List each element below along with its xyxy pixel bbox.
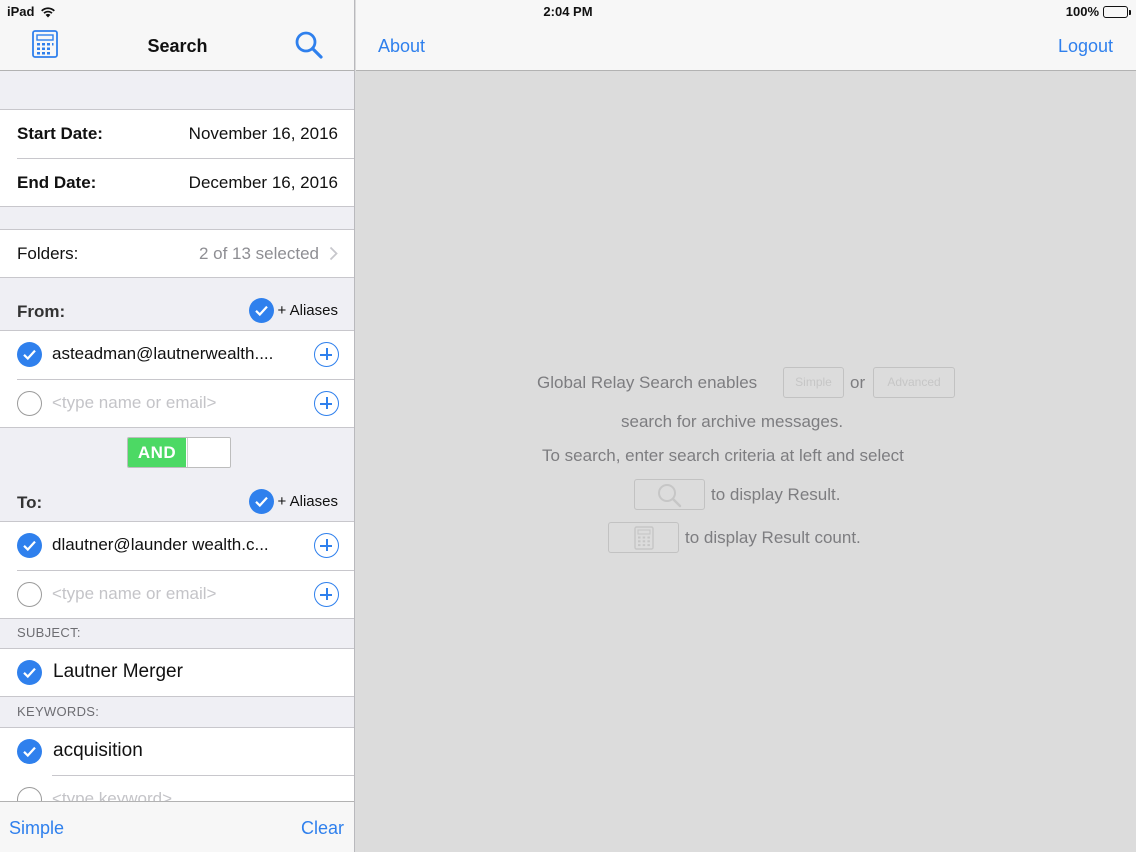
to-entry-text[interactable]: dlautner@launder wealth.c... <box>52 535 269 555</box>
status-right: 100% <box>1065 4 1131 19</box>
to-header: To: + Aliases <box>0 469 354 521</box>
add-from-icon[interactable] <box>314 342 339 367</box>
status-bar: iPad 2:04 PM 100% <box>0 0 1136 22</box>
from-entry-row[interactable]: asteadman@lautnerwealth.... <box>0 331 354 379</box>
from-entry-text[interactable]: asteadman@lautnerwealth.... <box>52 344 273 364</box>
help-line-1: Global Relay Search enables <box>537 373 758 392</box>
toggle-knob[interactable] <box>187 438 230 467</box>
search-icon <box>657 484 681 508</box>
end-date-row[interactable]: End Date: December 16, 2016 <box>0 159 354 207</box>
keyword-new-row[interactable]: <type keyword> <box>0 776 354 801</box>
from-new-input[interactable]: <type name or email> <box>52 393 216 413</box>
add-from-new-icon[interactable] <box>314 391 339 416</box>
folders-value: 2 of 13 selected <box>198 243 319 263</box>
from-header: From: + Aliases <box>0 278 354 330</box>
toggle-label: AND <box>128 438 186 467</box>
end-date-label: End Date: <box>17 173 97 192</box>
help-advanced-button: Advanced <box>873 367 955 398</box>
search-icon[interactable] <box>294 30 324 60</box>
help-line-5: to display Result count. <box>685 528 861 547</box>
to-entries: dlautner@launder wealth.c... <type name … <box>0 522 354 619</box>
help-line-4: to display Result. <box>711 485 841 504</box>
start-date-label: Start Date: <box>17 124 103 143</box>
date-group: Start Date: November 16, 2016 End Date: … <box>0 110 354 207</box>
keyword-checkbox[interactable] <box>17 739 42 764</box>
to-new-input[interactable]: <type name or email> <box>52 584 216 604</box>
help-calculator-icon-box <box>608 522 679 553</box>
from-aliases-label: + Aliases <box>277 302 338 319</box>
subject-header: SUBJECT: <box>17 625 81 640</box>
bottom-toolbar: Simple Clear <box>0 801 354 852</box>
from-new-checkbox[interactable] <box>17 391 42 416</box>
battery-icon <box>1103 5 1131 18</box>
criteria-list[interactable]: Start Date: November 16, 2016 End Date: … <box>0 71 354 801</box>
end-date-value[interactable]: December 16, 2016 <box>189 173 338 193</box>
and-or-toggle[interactable]: AND <box>127 437 231 468</box>
to-aliases-label: + Aliases <box>277 493 338 510</box>
to-entry-checkbox[interactable] <box>17 533 42 558</box>
from-aliases-toggle[interactable]: + Aliases <box>248 298 338 323</box>
chevron-right-icon <box>329 246 338 261</box>
folders-label: Folders: <box>17 243 79 263</box>
add-to-icon[interactable] <box>314 533 339 558</box>
add-to-new-icon[interactable] <box>314 582 339 607</box>
help-simple-button: Simple <box>783 367 844 398</box>
from-entries: asteadman@lautnerwealth.... <type name o… <box>0 331 354 428</box>
keywords-entries: acquisition <type keyword> <box>0 728 354 801</box>
subject-row[interactable]: Lautner Merger <box>0 649 354 696</box>
calculator-icon <box>633 526 654 550</box>
keywords-header: KEYWORDS: <box>17 704 100 719</box>
to-new-checkbox[interactable] <box>17 582 42 607</box>
status-time: 2:04 PM <box>543 4 593 19</box>
to-entry-row[interactable]: dlautner@launder wealth.c... <box>0 522 354 570</box>
keyword-new-checkbox[interactable] <box>17 787 42 801</box>
battery-percent: 100% <box>1065 4 1099 19</box>
to-new-row[interactable]: <type name or email> <box>0 571 354 619</box>
keyword-row[interactable]: acquisition <box>0 728 354 776</box>
from-aliases-checkbox[interactable] <box>248 298 274 323</box>
help-line-3: To search, enter search criteria at left… <box>542 446 904 465</box>
subject-checkbox[interactable] <box>17 660 42 685</box>
start-date-row[interactable]: Start Date: November 16, 2016 <box>0 110 354 158</box>
to-label: To: <box>17 493 43 512</box>
help-or: or <box>850 373 866 392</box>
from-entry-checkbox[interactable] <box>17 342 42 367</box>
keyword-new-input[interactable]: <type keyword> <box>52 789 172 801</box>
logout-button[interactable]: Logout <box>1058 36 1113 57</box>
clear-button[interactable]: Clear <box>301 818 344 839</box>
search-pane: Search Start Date: November 16, 2016 End… <box>0 0 355 852</box>
simple-button[interactable]: Simple <box>9 818 64 839</box>
to-aliases-toggle[interactable]: + Aliases <box>248 489 338 514</box>
folders-row[interactable]: Folders: 2 of 13 selected <box>0 230 354 277</box>
from-new-row[interactable]: <type name or email> <box>0 380 354 428</box>
subject-text[interactable]: Lautner Merger <box>53 661 183 683</box>
to-aliases-checkbox[interactable] <box>248 489 274 514</box>
from-label: From: <box>17 302 66 321</box>
start-date-value[interactable]: November 16, 2016 <box>189 124 338 144</box>
help-line-2: search for archive messages. <box>621 412 844 431</box>
keyword-text[interactable]: acquisition <box>53 740 143 762</box>
detail-pane: Global Relay Search enables Simple or Ad… <box>356 72 1136 852</box>
about-button[interactable]: About <box>378 36 425 57</box>
help-search-icon-box <box>634 479 705 510</box>
